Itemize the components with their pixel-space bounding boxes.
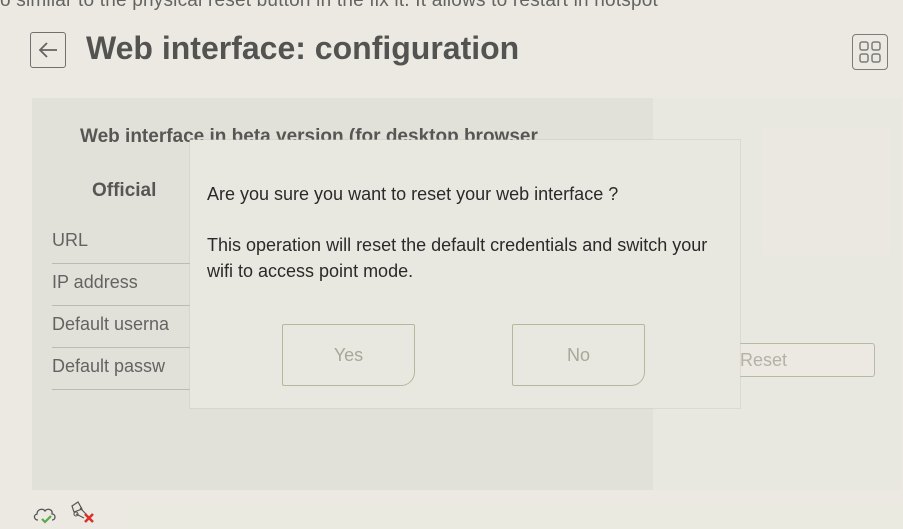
no-button[interactable]: No <box>512 324 645 386</box>
dialog-question: Are you sure you want to reset your web … <box>207 184 619 204</box>
cloud-check-icon <box>33 508 56 524</box>
status-bar <box>32 500 122 528</box>
reset-confirm-dialog: Are you sure you want to reset your web … <box>190 140 740 408</box>
yes-button[interactable]: Yes <box>282 324 415 386</box>
dialog-message: This operation will reset the default cr… <box>207 235 708 281</box>
network-error-icon <box>71 501 94 523</box>
